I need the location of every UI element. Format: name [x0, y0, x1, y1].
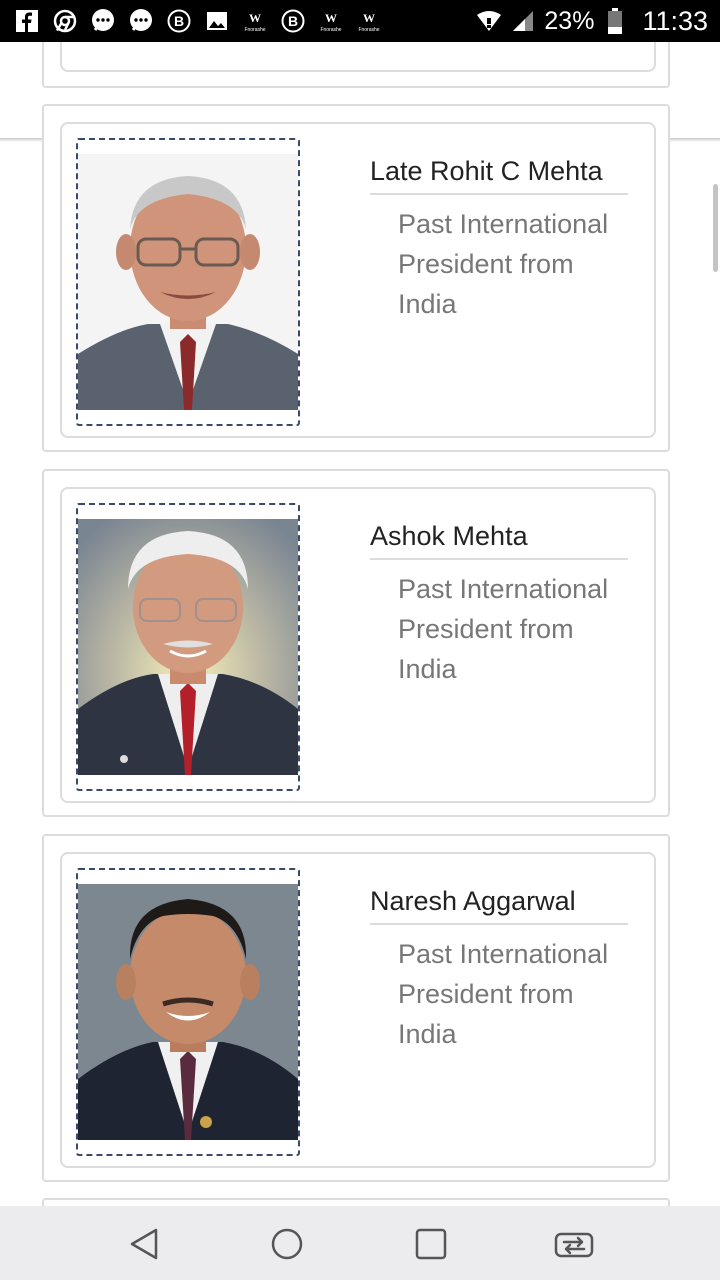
navigation-bar: [0, 1206, 720, 1280]
svg-text:Fnorashe: Fnorashe: [244, 27, 265, 33]
battery-percent: 23%: [544, 6, 595, 35]
svg-text:Fnorashe: Fnorashe: [320, 27, 341, 33]
svg-text:Fnorashe: Fnorashe: [358, 27, 379, 33]
previous-card-fragment: [42, 42, 670, 88]
member-description: Past International President from India: [398, 574, 609, 684]
b-app-icon: B: [166, 8, 192, 34]
svg-text:W: W: [325, 11, 337, 25]
svg-text:B: B: [288, 13, 298, 29]
member-card[interactable]: Late Rohit C Mehta Past International Pr…: [42, 104, 670, 452]
svg-text:W: W: [249, 11, 261, 25]
messaging-icon: [128, 8, 154, 34]
member-photo-frame[interactable]: [76, 503, 300, 791]
swap-icon: [554, 1232, 594, 1258]
member-photo-frame[interactable]: [76, 138, 300, 426]
clock: 11:33: [642, 5, 708, 36]
member-photo-frame[interactable]: [76, 868, 300, 1156]
notification-icons: B W Fnorashe B W Fnorashe W Fnorashe: [14, 8, 382, 34]
member-description: Past International President from India: [398, 209, 609, 319]
back-icon: [130, 1228, 158, 1260]
back-button[interactable]: [124, 1224, 164, 1264]
member-name: Ashok Mehta: [370, 521, 628, 560]
member-card-inner: Naresh Aggarwal Past International Presi…: [60, 852, 656, 1168]
signal-icon: [510, 8, 536, 34]
chrome-icon: [52, 8, 78, 34]
home-button[interactable]: [267, 1224, 307, 1264]
member-name: Naresh Aggarwal: [370, 886, 628, 925]
status-bar: B W Fnorashe B W Fnorashe W Fnorashe 23% 11…: [0, 0, 720, 42]
facebook-icon: [14, 8, 40, 34]
svg-text:B: B: [174, 13, 184, 29]
recents-icon: [415, 1228, 447, 1260]
switch-apps-button[interactable]: [554, 1224, 594, 1264]
messaging-icon: [90, 8, 116, 34]
member-card[interactable]: Ashok Mehta Past International President…: [42, 469, 670, 817]
w-app-icon: W Fnorashe: [318, 8, 344, 34]
next-card-fragment: [42, 1198, 670, 1206]
member-card-inner: Ashok Mehta Past International President…: [60, 487, 656, 803]
w-app-icon: W Fnorashe: [242, 8, 268, 34]
scrollbar[interactable]: [713, 184, 718, 272]
content-area[interactable]: Late Rohit C Mehta Past International Pr…: [0, 42, 720, 1206]
gallery-icon: [204, 8, 230, 34]
system-indicators: 23% 11:33: [476, 6, 708, 37]
home-icon: [271, 1228, 303, 1260]
svg-text:W: W: [363, 11, 375, 25]
previous-card-inner: [60, 42, 656, 72]
member-photo: [78, 154, 298, 410]
member-description: Past International President from India: [398, 939, 609, 1049]
member-photo: [78, 884, 298, 1140]
recents-button[interactable]: [411, 1224, 451, 1264]
w-app-icon: W Fnorashe: [356, 8, 382, 34]
member-name: Late Rohit C Mehta: [370, 156, 628, 195]
member-card-inner: Late Rohit C Mehta Past International Pr…: [60, 122, 656, 438]
b-app-icon: B: [280, 8, 306, 34]
wifi-icon: [476, 8, 502, 34]
member-card[interactable]: Naresh Aggarwal Past International Presi…: [42, 834, 670, 1182]
member-photo: [78, 519, 298, 775]
battery-icon: [602, 8, 628, 34]
